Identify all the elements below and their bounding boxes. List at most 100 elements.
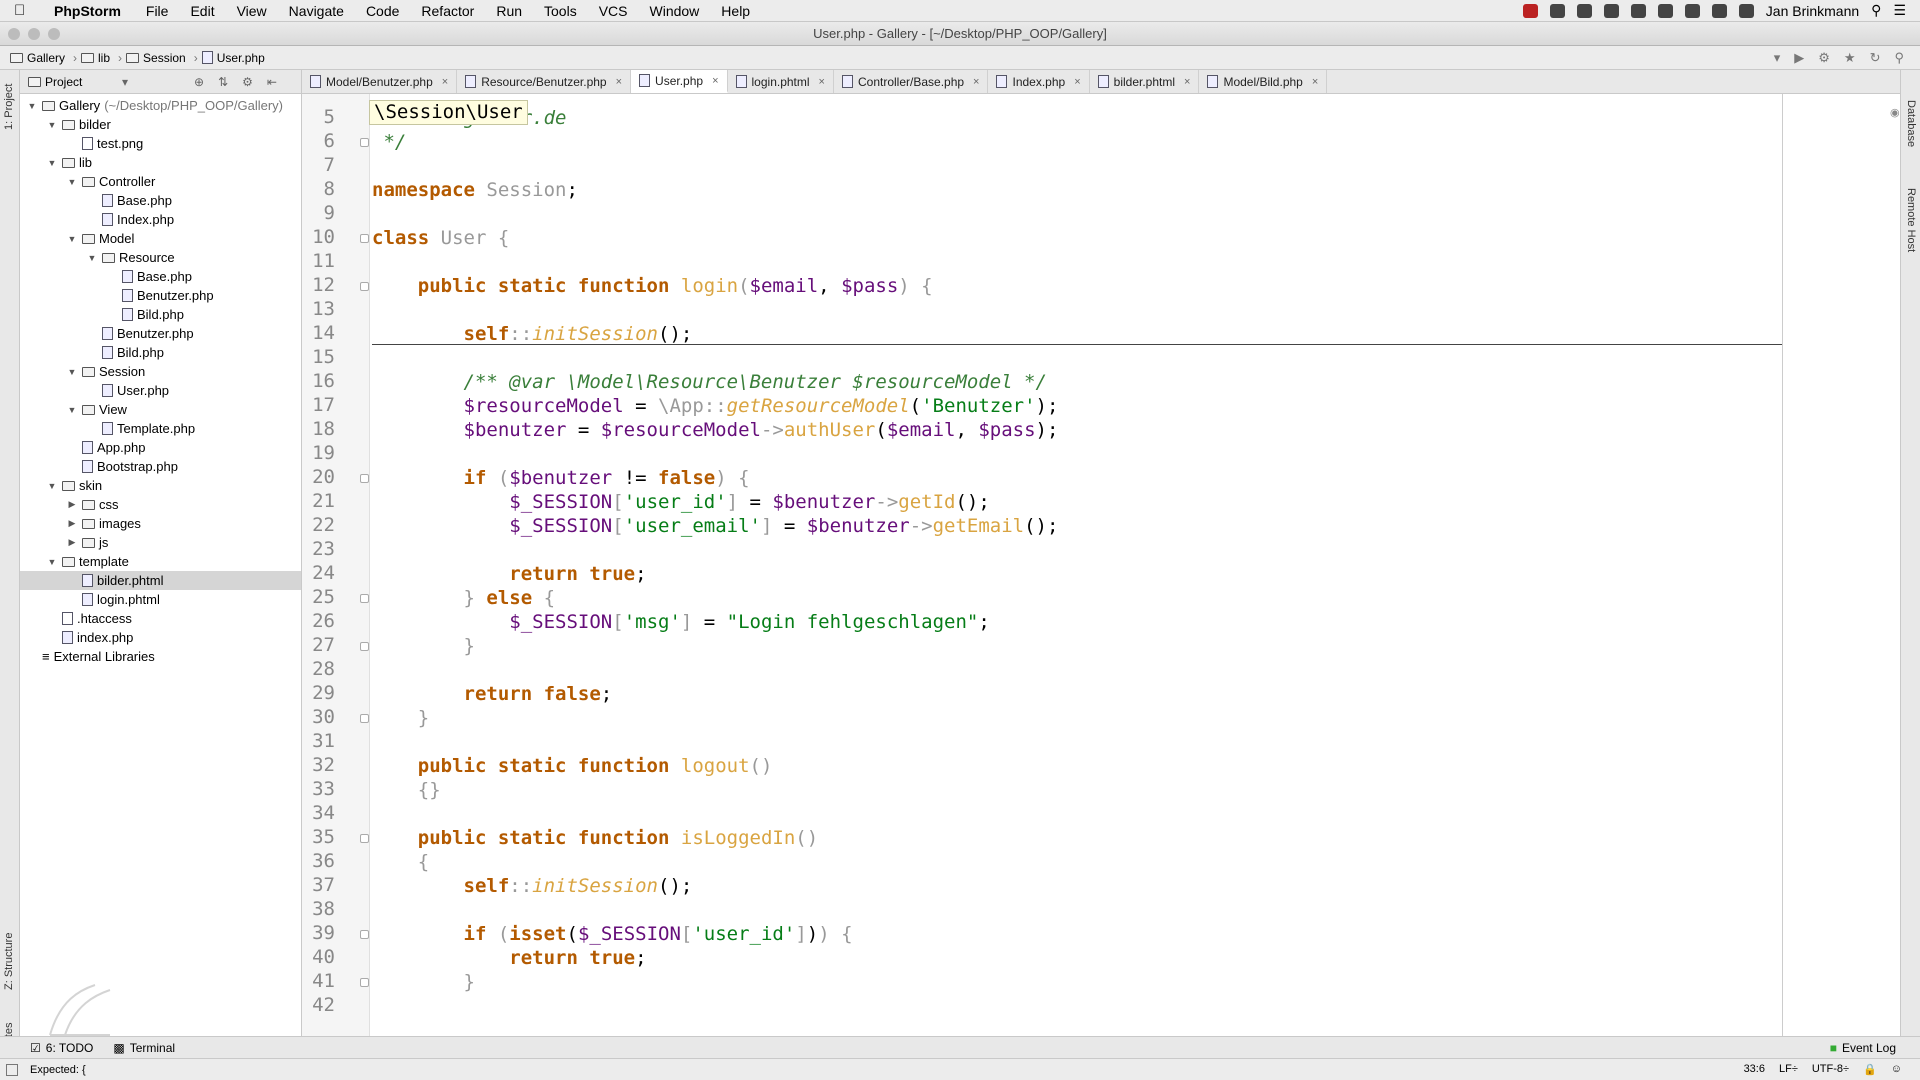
apple-icon[interactable]:  bbox=[14, 2, 40, 19]
remote-host-tool-button[interactable]: Remote Host bbox=[1905, 188, 1917, 252]
tree-item[interactable]: Index.php bbox=[20, 210, 301, 229]
tray-icon[interactable] bbox=[1603, 3, 1619, 18]
expanded-arrow-icon[interactable]: ▼ bbox=[46, 120, 58, 130]
tree-item[interactable]: App.php bbox=[20, 438, 301, 457]
breadcrumb-item[interactable]: lib bbox=[81, 51, 110, 65]
menu-item[interactable]: Window bbox=[650, 3, 700, 19]
tree-item[interactable]: login.phtml bbox=[20, 590, 301, 609]
tree-item[interactable]: bilder.phtml bbox=[20, 571, 301, 590]
menu-item[interactable]: VCS bbox=[599, 3, 628, 19]
tray-icon[interactable] bbox=[1522, 3, 1538, 18]
terminal-tool-button[interactable]: ▩ Terminal bbox=[113, 1041, 175, 1055]
tree-item[interactable]: Template.php bbox=[20, 419, 301, 438]
tree-item[interactable]: test.png bbox=[20, 134, 301, 153]
code-line[interactable]: return true; bbox=[372, 562, 646, 586]
zoom-window-button[interactable] bbox=[48, 28, 60, 40]
search-everywhere-icon[interactable]: ⚲ bbox=[1894, 50, 1904, 66]
notification-icon[interactable]: ☰ bbox=[1893, 2, 1906, 19]
tree-item[interactable]: Benutzer.php bbox=[20, 324, 301, 343]
lock-icon[interactable]: 🔒 bbox=[1863, 1063, 1877, 1076]
menu-item[interactable]: Edit bbox=[190, 3, 214, 19]
expanded-arrow-icon[interactable]: ▼ bbox=[86, 253, 98, 263]
code-line[interactable]: */ bbox=[372, 130, 406, 154]
code-line[interactable]: public static function login($email, $pa… bbox=[372, 274, 933, 298]
tree-item[interactable]: ▼ template bbox=[20, 552, 301, 571]
code-line[interactable]: return false; bbox=[372, 682, 613, 706]
expanded-arrow-icon[interactable]: ▼ bbox=[66, 405, 78, 415]
tree-item[interactable]: ▼ Model bbox=[20, 229, 301, 248]
run-icon[interactable]: ▶ bbox=[1794, 50, 1804, 66]
close-tab-icon[interactable]: × bbox=[1184, 76, 1190, 88]
hide-panel-icon[interactable]: ⇤ bbox=[267, 75, 277, 89]
expanded-arrow-icon[interactable]: ▼ bbox=[46, 557, 58, 567]
collapsed-arrow-icon[interactable]: ▶ bbox=[66, 499, 78, 510]
dropbox-icon[interactable] bbox=[1549, 3, 1565, 18]
fold-marker-icon[interactable] bbox=[360, 978, 369, 987]
menu-item[interactable]: View bbox=[237, 3, 267, 19]
code-line[interactable]: } else { bbox=[372, 586, 556, 610]
editor-tab[interactable]: Model/Bild.php × bbox=[1199, 70, 1328, 93]
code-line[interactable]: } bbox=[372, 706, 429, 730]
breadcrumb-item[interactable]: Gallery bbox=[10, 51, 65, 65]
close-tab-icon[interactable]: × bbox=[973, 76, 979, 88]
tree-item[interactable]: ▼ lib bbox=[20, 153, 301, 172]
close-tab-icon[interactable]: × bbox=[1074, 76, 1080, 88]
editor-tab[interactable]: Resource/Benutzer.php × bbox=[457, 70, 632, 93]
collapsed-arrow-icon[interactable]: ▶ bbox=[66, 537, 78, 548]
volume-icon[interactable] bbox=[1684, 3, 1700, 18]
code-line[interactable]: public static function logout() bbox=[372, 754, 773, 778]
run-config-dropdown-icon[interactable]: ▾ bbox=[1774, 50, 1781, 66]
expanded-arrow-icon[interactable]: ▼ bbox=[46, 481, 58, 491]
tree-item[interactable]: Bootstrap.php bbox=[20, 457, 301, 476]
tree-item[interactable]: Base.php bbox=[20, 267, 301, 286]
fold-marker-icon[interactable] bbox=[360, 474, 369, 483]
file-encoding[interactable]: UTF-8÷ bbox=[1812, 1063, 1849, 1076]
code-line[interactable]: return true; bbox=[372, 946, 646, 970]
inspector-icon[interactable]: ☺ bbox=[1891, 1063, 1902, 1076]
todo-tool-button[interactable]: ☑ 6: TODO bbox=[30, 1041, 93, 1055]
cursor-position[interactable]: 33:6 bbox=[1744, 1063, 1765, 1076]
editor-tab[interactable]: Index.php × bbox=[988, 70, 1090, 93]
code-line[interactable]: $benutzer = $resourceModel->authUser($em… bbox=[372, 418, 1059, 442]
code-line[interactable]: {} bbox=[372, 778, 441, 802]
collapse-icon[interactable]: ⇅ bbox=[218, 75, 228, 89]
breadcrumb-item[interactable]: Session bbox=[126, 51, 186, 65]
expanded-arrow-icon[interactable]: ▼ bbox=[66, 177, 78, 187]
tree-item[interactable]: Bild.php bbox=[20, 305, 301, 324]
time-machine-icon[interactable] bbox=[1738, 3, 1754, 18]
tree-item[interactable]: ▼ skin bbox=[20, 476, 301, 495]
eye-icon[interactable]: ◉ bbox=[1890, 106, 1900, 119]
code-line[interactable]: if ($benutzer != false) { bbox=[372, 466, 750, 490]
close-tab-icon[interactable]: × bbox=[819, 76, 825, 88]
close-tab-icon[interactable]: × bbox=[712, 75, 718, 87]
gear-icon[interactable]: ⚙ bbox=[242, 75, 253, 89]
tree-item[interactable]: ▼ Gallery (~/Desktop/PHP_OOP/Gallery) bbox=[20, 96, 301, 115]
fold-marker-icon[interactable] bbox=[360, 282, 369, 291]
fold-marker-icon[interactable] bbox=[360, 138, 369, 147]
editor-tab[interactable]: Model/Benutzer.php × bbox=[302, 70, 458, 93]
line-separator[interactable]: LF÷ bbox=[1779, 1063, 1798, 1076]
menu-item[interactable]: Help bbox=[721, 3, 750, 19]
tree-item[interactable]: ▼ Session bbox=[20, 362, 301, 381]
collapsed-arrow-icon[interactable]: ▶ bbox=[66, 518, 78, 529]
coverage-icon[interactable]: ★ bbox=[1844, 50, 1856, 66]
menu-item[interactable]: Code bbox=[366, 3, 399, 19]
close-tab-icon[interactable]: × bbox=[442, 76, 448, 88]
editor-tab[interactable]: User.php × bbox=[631, 70, 728, 93]
expanded-arrow-icon[interactable]: ▼ bbox=[46, 158, 58, 168]
menu-item[interactable]: Refactor bbox=[421, 3, 474, 19]
tree-item[interactable]: ≡ External Libraries bbox=[20, 647, 301, 666]
event-log-button[interactable]: ■ Event Log bbox=[1830, 1041, 1920, 1055]
tree-item[interactable]: ▼ Resource bbox=[20, 248, 301, 267]
database-tool-button[interactable]: Database bbox=[1905, 100, 1917, 147]
locate-icon[interactable]: ⊕ bbox=[194, 75, 204, 89]
menu-item[interactable]: File bbox=[146, 3, 169, 19]
fold-marker-icon[interactable] bbox=[360, 930, 369, 939]
code-line[interactable]: if (isset($_SESSION['user_id'])) { bbox=[372, 922, 853, 946]
expanded-arrow-icon[interactable]: ▼ bbox=[66, 234, 78, 244]
tree-item[interactable]: ▶ images bbox=[20, 514, 301, 533]
tree-item[interactable]: Benutzer.php bbox=[20, 286, 301, 305]
project-tool-button[interactable]: 1: Project bbox=[3, 84, 15, 130]
tree-item[interactable]: ▼ Controller bbox=[20, 172, 301, 191]
tray-icon[interactable] bbox=[1657, 3, 1673, 18]
